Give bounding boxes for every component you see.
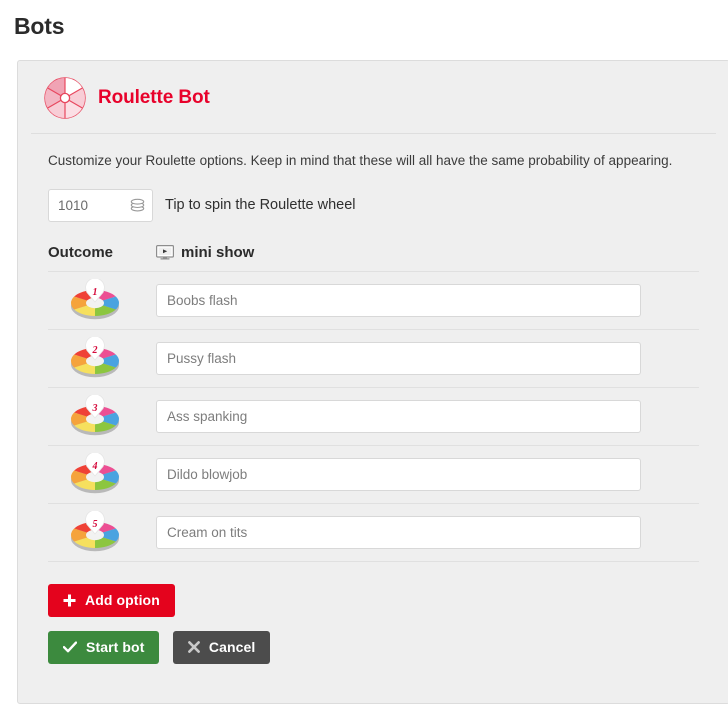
column-header-outcome: Outcome (48, 243, 114, 261)
tip-label: Tip to spin the Roulette wheel (165, 197, 356, 214)
option-text-input[interactable] (156, 515, 641, 549)
column-header-mini-show: mini show (156, 244, 254, 261)
roulette-wheel-color-icon: 4 (48, 453, 156, 495)
option-row: 4 (48, 446, 699, 504)
roulette-wheel-color-icon: 2 (48, 337, 156, 379)
add-option-button-label: Add option (85, 592, 160, 609)
roulette-wheel-color-icon: 1 (48, 279, 156, 321)
monitor-play-icon (156, 244, 181, 260)
option-text-input[interactable] (156, 341, 641, 375)
tip-amount-input[interactable] (48, 188, 153, 222)
option-text-input[interactable] (156, 457, 641, 491)
button-area: Add option Start bot Cancel (18, 562, 728, 664)
option-row: 1 (48, 270, 699, 330)
add-option-button[interactable]: Add option (48, 583, 175, 617)
option-text-input[interactable] (156, 399, 641, 433)
option-row: 3 (48, 388, 699, 446)
column-headers: Outcome mini show (18, 222, 728, 261)
option-row: 2 (48, 330, 699, 388)
svg-text:2: 2 (92, 345, 98, 356)
cancel-button-label: Cancel (208, 639, 256, 656)
cancel-button[interactable]: Cancel (172, 630, 271, 664)
bot-description: Customize your Roulette options. Keep in… (48, 153, 673, 168)
option-row: 5 (48, 504, 699, 562)
tip-row: Tip to spin the Roulette wheel (18, 171, 728, 222)
check-icon (63, 641, 77, 653)
panel-header: Roulette Bot (31, 61, 716, 134)
roulette-wheel-color-icon: 5 (48, 511, 156, 553)
plus-icon (63, 594, 76, 607)
option-text-input[interactable] (156, 283, 641, 317)
svg-text:3: 3 (92, 403, 98, 414)
page-title: Bots (14, 13, 65, 39)
roulette-wheel-color-icon: 3 (48, 395, 156, 437)
svg-text:5: 5 (93, 519, 98, 530)
action-button-row: Start bot Cancel (48, 617, 728, 664)
svg-text:4: 4 (92, 461, 98, 472)
roulette-bot-panel: Roulette Bot Customize your Roulette opt… (17, 60, 728, 704)
start-bot-button[interactable]: Start bot (48, 630, 160, 664)
roulette-wheel-icon (44, 77, 86, 119)
option-rows: 1 2 3 4 5 (48, 270, 699, 562)
start-bot-button-label: Start bot (86, 639, 145, 656)
close-icon (188, 641, 200, 654)
column-header-mini-show-label: mini show (181, 243, 255, 261)
svg-text:1: 1 (93, 287, 98, 298)
bot-title: Roulette Bot (98, 87, 210, 108)
